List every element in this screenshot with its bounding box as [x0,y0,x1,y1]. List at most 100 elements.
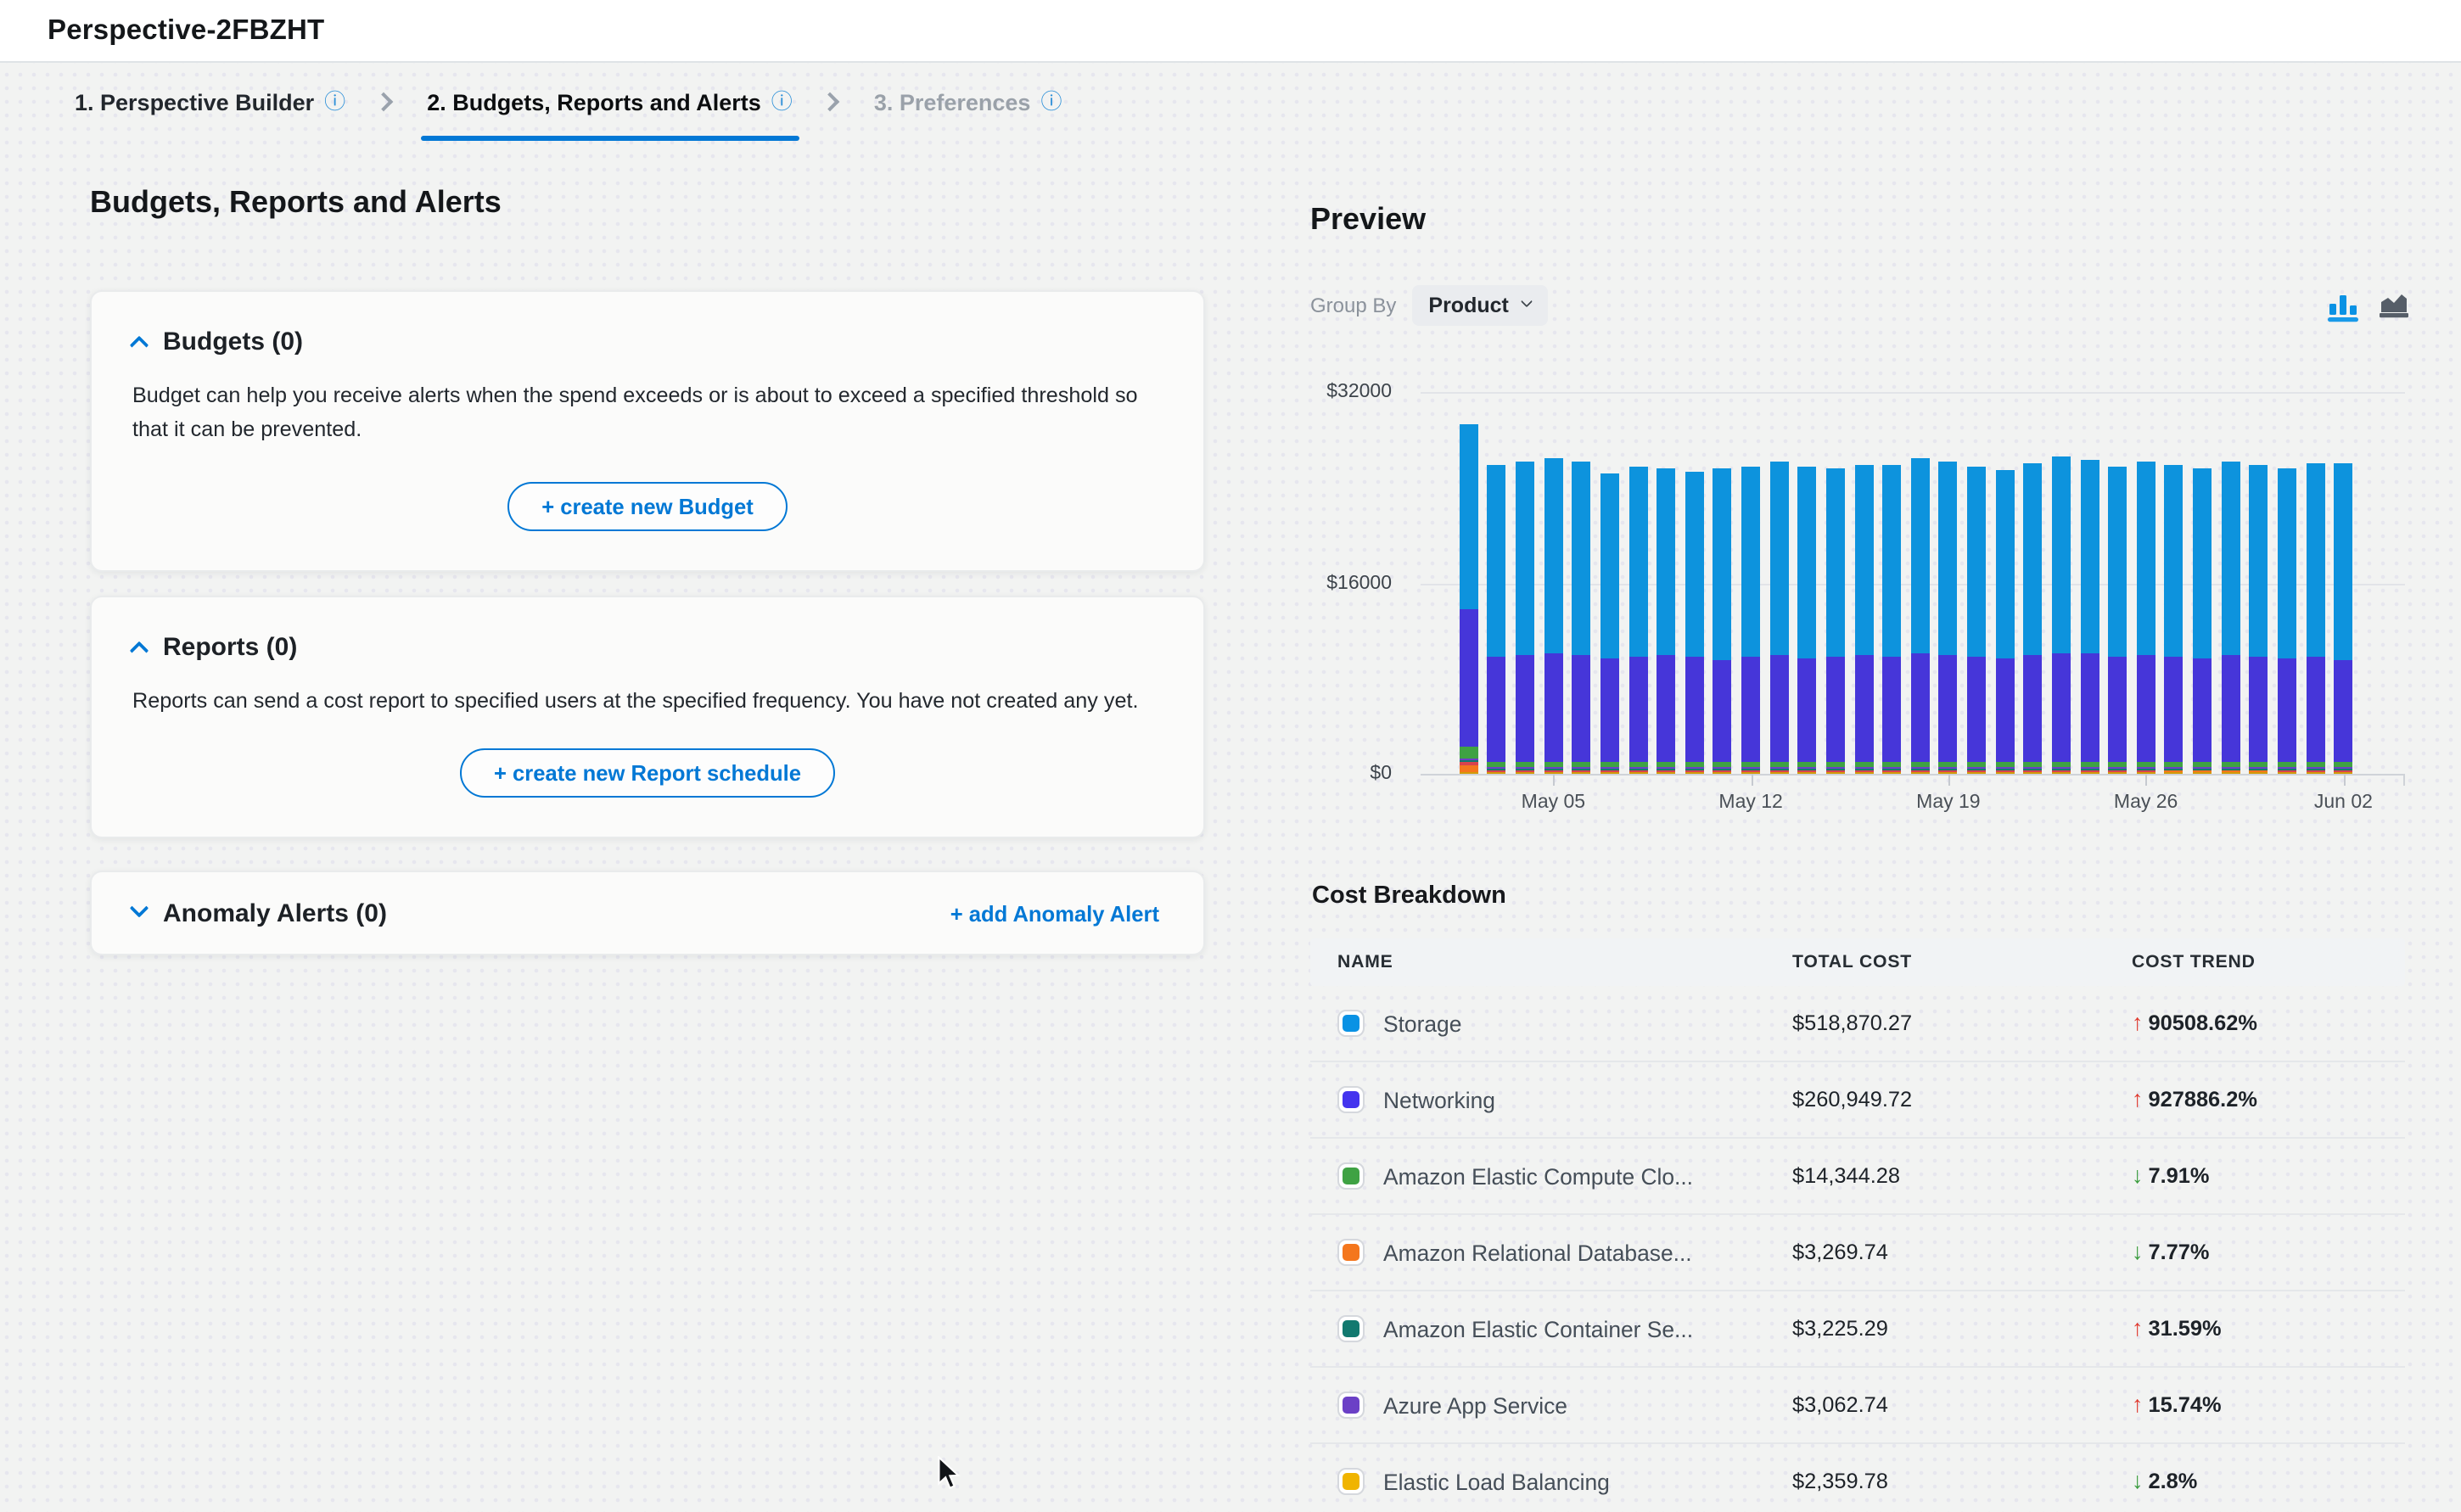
preview-controls: Group By Product [1310,285,2410,326]
bar-segment [1769,768,1788,769]
table-row[interactable]: Elastic Load Balancing$2,359.78↓2.8% [1310,1444,2405,1512]
bar-segment [2052,456,2071,652]
bar-segment [1882,762,1901,768]
chevron-right-icon [373,92,393,112]
bar-segment [2334,771,2352,773]
bar-segment [2193,770,2212,771]
bar-chart-icon[interactable] [2325,288,2359,322]
table-row[interactable]: Azure App Service$3,062.74↑15.74% [1310,1368,2405,1444]
row-name: Amazon Relational Database... [1383,1240,1692,1265]
bar-segment [1854,768,1873,769]
table-row[interactable]: Amazon Relational Database...$3,269.74↓7… [1310,1215,2405,1291]
chevron-up-icon [130,641,149,660]
bar-segment [1741,769,1760,770]
bar-segment [1516,771,1534,773]
bar-segment [1713,468,1732,659]
tab-budgets-reports-alerts[interactable]: 2. Budgets, Reports and Alerts ⓘ [420,63,799,141]
bar-segment [1713,768,1732,769]
chevron-down-icon [130,899,149,918]
create-budget-button[interactable]: + create new Budget [507,483,788,532]
trend-up-arrow-icon: ↑ [2132,1089,2144,1112]
bar-segment [1798,762,1817,767]
stacked-bar [2278,392,2296,774]
bar-segment [1741,657,1760,762]
info-icon[interactable]: ⓘ [771,92,793,113]
bar-segment [1798,772,1817,774]
bar-segment [1911,772,1930,774]
bar-segment [2250,657,2268,762]
info-icon[interactable]: ⓘ [324,92,345,113]
bar-segment [2334,769,2352,770]
bar-segment [1939,771,1958,773]
bar-segment [1600,658,1619,762]
bar-segment [1544,762,1562,768]
bar-segment [1657,772,1675,774]
bar-segment [2165,767,2184,768]
bar-segment [1516,656,1534,762]
bar-segment [2080,762,2099,768]
bar-segment [2137,461,2155,655]
bar-segment [1995,772,2014,774]
tab-perspective-builder[interactable]: 1. Perspective Builder ⓘ [68,63,352,141]
stacked-bar [1826,392,1845,774]
stacked-bar [1713,392,1732,774]
bar-segment [2250,771,2268,773]
stacked-bar [2250,392,2268,774]
x-axis-tick: May 26 [2092,792,2200,813]
bar-segment [2306,769,2324,770]
bar-segment [1685,768,1704,769]
stacked-bar [1488,392,1506,774]
bar-segment [2306,762,2324,768]
bar-segment [1798,467,1817,658]
add-anomaly-alert-link[interactable]: + add Anomaly Alert [950,900,1159,926]
bar-segment [1544,771,1562,773]
bar-segment [1713,772,1732,774]
row-total-cost: $3,225.29 [1792,1317,2132,1341]
bar-segment [1967,771,1986,773]
bar-segment [2137,762,2155,768]
bar-segment [1629,769,1647,770]
budgets-card-header[interactable]: Budgets (0) [132,328,1163,356]
info-icon[interactable]: ⓘ [1040,92,1062,113]
bar-segment [1516,772,1534,774]
stacked-bar [1854,392,1873,774]
stacked-bar [1544,392,1562,774]
bar-segment [2080,768,2099,769]
row-total-cost: $3,062.74 [1792,1393,2132,1417]
stacked-bar [2024,392,2043,774]
bar-segment [2278,769,2296,770]
cost-breakdown-table: NAME TOTAL COST COST TREND Storage$518,8… [1310,938,2405,1512]
group-by-select[interactable]: Product [1411,285,1547,326]
bar-segment [1995,769,2014,770]
table-row[interactable]: Storage$518,870.27↑90508.62% [1310,986,2405,1062]
bar-segment [1657,771,1675,773]
anomaly-card-header[interactable]: Anomaly Alerts (0) [132,899,387,927]
bar-segment [1939,769,1958,770]
bar-segment [2080,460,2099,654]
stacked-bar [2334,392,2352,774]
bar-segment [1713,660,1732,763]
create-report-schedule-button[interactable]: + create new Report schedule [460,748,835,797]
table-row[interactable]: Amazon Elastic Compute Clo...$14,344.28↓… [1310,1139,2405,1215]
area-chart-icon[interactable] [2376,288,2410,322]
wizard-steps: 1. Perspective Builder ⓘ 2. Budgets, Rep… [0,63,2461,141]
bar-segment [1769,462,1788,656]
bar-segment [1854,771,1873,773]
row-cost-trend: 927886.2% [2149,1088,2257,1112]
table-row[interactable]: Amazon Elastic Container Se...$3,225.29↑… [1310,1291,2405,1368]
bar-segment [2334,762,2352,768]
bar-segment [1826,762,1845,768]
legend-color-chip [1337,1468,1365,1495]
reports-card-header[interactable]: Reports (0) [132,633,1163,662]
stacked-bar [1939,392,1958,774]
bar-segment [1685,657,1704,762]
trend-up-arrow-icon: ↑ [2132,1012,2144,1035]
table-row[interactable]: Networking$260,949.72↑927886.2% [1310,1062,2405,1139]
bar-segment [1629,771,1647,773]
tab-preferences[interactable]: 3. Preferences ⓘ [867,63,1069,141]
x-axis-line [1421,774,2405,776]
bar-segment [1657,769,1675,770]
bar-segment [1826,772,1845,774]
stacked-bar [1882,392,1901,774]
bar-segment [1967,762,1986,768]
